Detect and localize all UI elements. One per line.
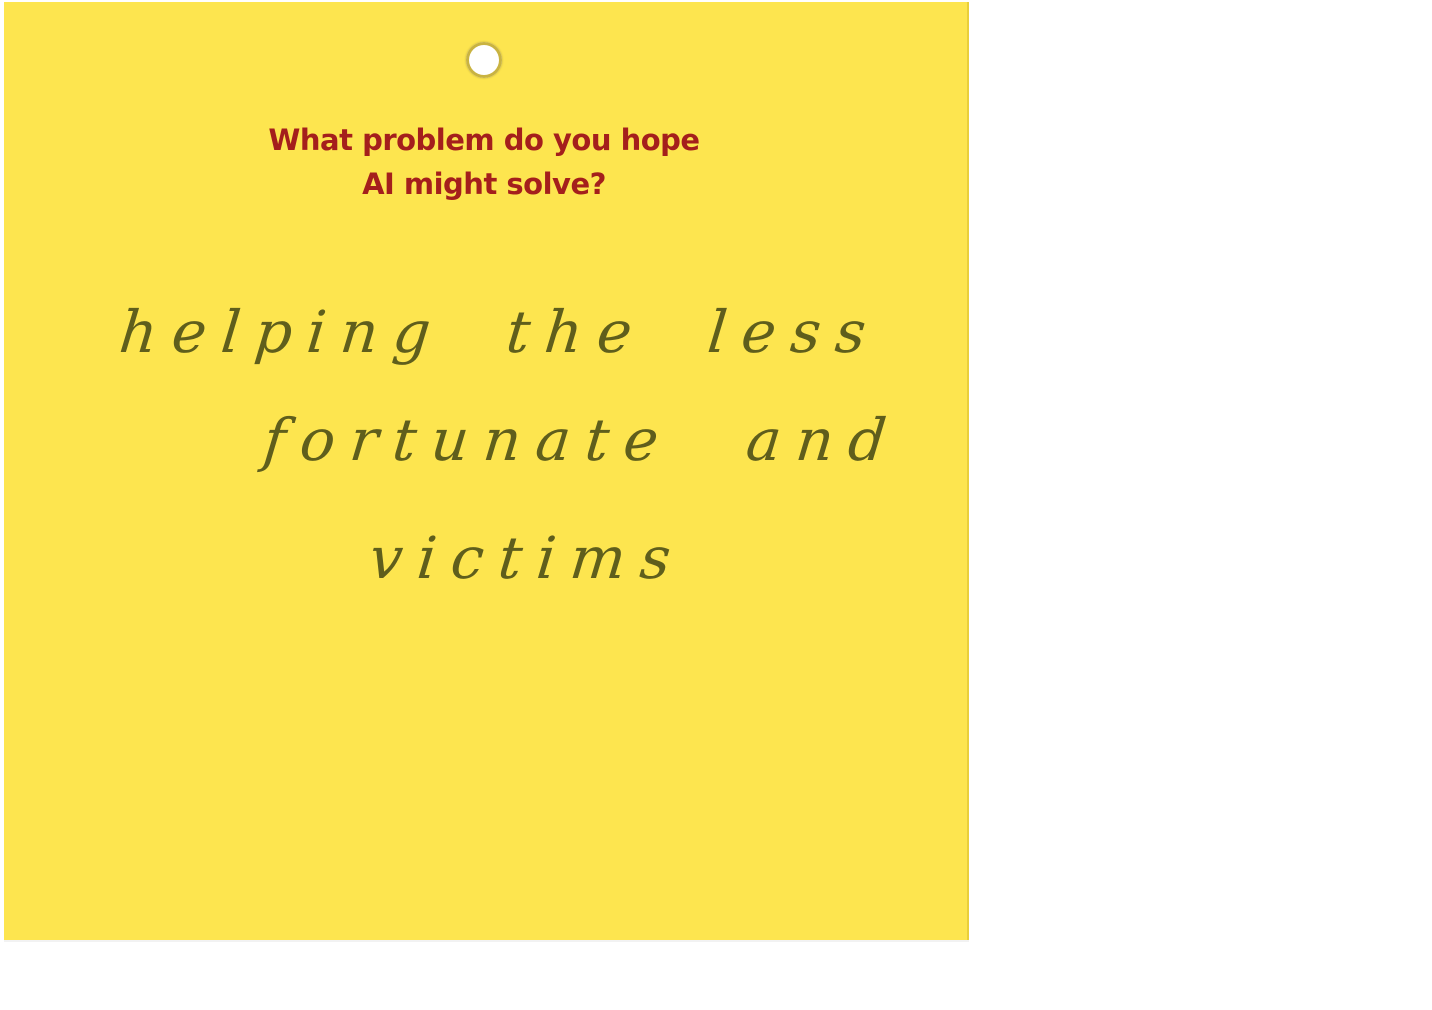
answer-line-1: helping the less (116, 298, 885, 366)
response-card: What problem do you hope AI might solve?… (4, 2, 969, 940)
answer-line-2: fortunate and (260, 406, 905, 474)
handwritten-answer: helping the less fortunate and victims (4, 2, 967, 940)
answer-line-3: victims (366, 524, 689, 592)
